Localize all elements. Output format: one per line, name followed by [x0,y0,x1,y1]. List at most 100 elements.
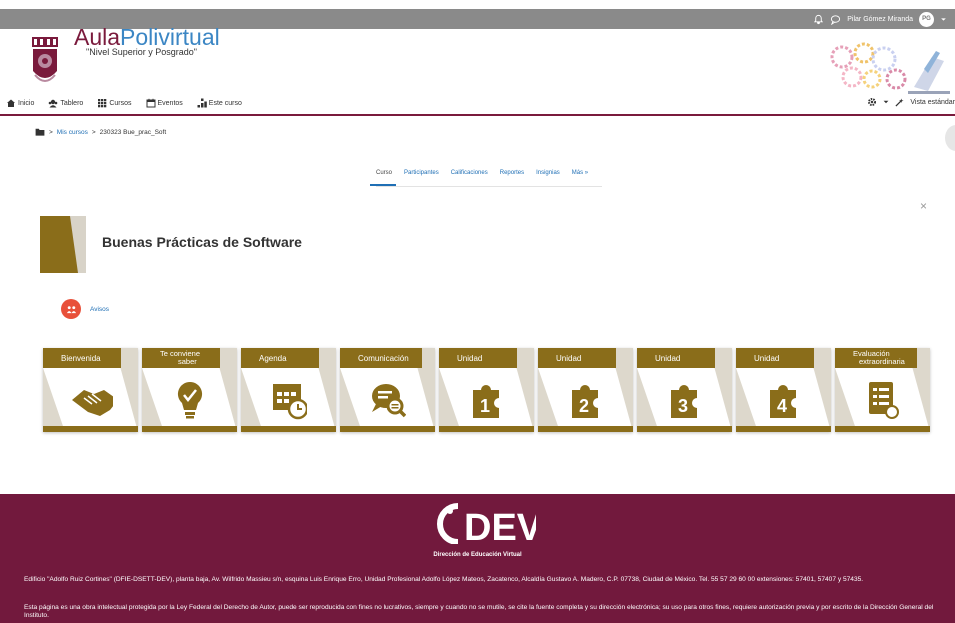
checklist-icon [869,382,899,419]
tile-te-conviene-saber[interactable]: Te conviene saber [142,348,237,432]
tile-unidad-4[interactable]: Unidad 4 [736,348,831,432]
tile-base [142,426,237,432]
puzzle-3-icon: 3 [671,385,697,418]
tile-label: Unidad [637,348,715,368]
tile-base [637,426,732,432]
view-mode-label[interactable]: Vista estándar [910,99,955,106]
tab-reportes[interactable]: Reportes [500,170,524,176]
tile-label: Bienvenida [43,348,121,368]
calendar-clock-icon [273,384,307,420]
tab-mas[interactable]: Más » [572,170,588,176]
nav-tablero[interactable]: Tablero [48,98,83,108]
chevron-down-icon[interactable] [883,99,889,105]
wand-icon[interactable] [895,97,904,107]
nav-este-curso[interactable]: Este curso [197,98,242,108]
tile-label: Evaluación extraordinaria [835,348,917,368]
tile-label-line2: extraordinaria [859,357,905,366]
unit-number: 3 [678,396,688,416]
dashboard-icon [49,99,58,108]
course-title: Buenas Prácticas de Software [102,234,302,250]
tile-label: Unidad [538,348,616,368]
tab-calificaciones[interactable]: Calificaciones [451,170,488,176]
nav-cursos-label: Cursos [109,99,132,107]
unit-number: 2 [579,396,589,416]
tile-base [538,426,633,432]
chat-icon[interactable] [830,14,841,25]
chevron-down-icon[interactable] [940,16,947,23]
breadcrumb: > Mis cursos > 230323 Bue_prac_Soft [35,128,166,136]
footer-address: Edificio "Adolfo Ruiz Cortines" (DFIE-DS… [24,576,864,583]
unit-number: 4 [777,396,787,416]
tile-base [736,426,831,432]
tile-base [43,426,138,432]
forum-icon [61,299,81,319]
bell-icon[interactable] [813,14,824,25]
site-footer: DEV Dirección de Educación Virtual Edifi… [0,494,955,623]
breadcrumb-separator: > [91,128,96,136]
tile-label: Unidad [736,348,814,368]
lightbulb-icon [177,381,203,419]
navbar-divider [0,114,955,116]
breadcrumb-current: 230323 Bue_prac_Soft [99,128,167,136]
dev-logo-subtitle: Dirección de Educación Virtual [433,552,522,558]
tile-base [835,426,930,432]
drawer-toggle-button[interactable] [945,125,955,151]
sitemap-icon [197,98,207,108]
avisos-label: Avisos [90,305,110,313]
course-banner-image [40,216,86,273]
course-secondary-nav: Curso Participantes Calificaciones Repor… [369,170,588,186]
tab-participantes[interactable]: Participantes [404,170,439,176]
handshake-icon [72,390,113,416]
tile-label-line2: saber [178,357,197,366]
tile-bienvenida[interactable]: Bienvenida [43,348,138,432]
dev-logo[interactable]: DEV [436,502,536,544]
tile-label: Comunicación [340,348,422,368]
tile-label: Agenda [241,348,319,368]
tile-unidad-3[interactable]: Unidad 3 [637,348,732,432]
site-header: AulaPolivirtual "Nivel Superior y Posgra… [0,24,955,94]
gears-laptop-illustration [830,42,950,94]
nav-cursos[interactable]: Cursos [97,98,132,108]
tile-base [439,426,534,432]
tile-agenda[interactable]: Agenda [241,348,336,432]
close-button[interactable]: × [920,199,927,213]
tile-unidad-1[interactable]: Unidad 1 [439,348,534,432]
nav-inicio-label: Inicio [18,99,35,107]
grid-icon [98,99,107,108]
nav-inicio[interactable]: Inicio [6,98,34,108]
puzzle-4-icon: 4 [770,385,796,418]
user-name[interactable]: Pilar Gómez Miranda [847,16,913,23]
chat-search-icon [372,384,406,418]
home-icon [7,99,15,107]
avisos-forum[interactable]: Avisos [61,299,109,319]
nav-eventos[interactable]: Eventos [146,98,183,108]
breadcrumb-mis-cursos[interactable]: Mis cursos [57,129,88,136]
tab-curso[interactable]: Curso [369,170,397,186]
main-navbar: Inicio Tablero Cursos Eventos Este curso… [0,96,955,114]
ipn-seal-logo[interactable] [28,35,62,87]
tile-unidad-2[interactable]: Unidad 2 [538,348,633,432]
tile-base [340,426,435,432]
puzzle-1-icon: 1 [473,385,499,418]
breadcrumb-separator: > [49,128,53,136]
user-menu[interactable]: Pilar Gómez Miranda PG [813,11,947,27]
folder-icon[interactable] [35,128,45,136]
tile-evaluacion-extraordinaria[interactable]: Evaluación extraordinaria [835,348,930,432]
secondary-nav-divider [376,186,602,187]
nav-eventos-label: Eventos [157,99,183,107]
dev-logo-text: DEV [464,507,536,544]
calendar-icon [146,98,155,108]
site-subtitle: "Nivel Superior y Posgrado" [86,47,197,57]
tile-label: Te conviene saber [142,348,220,368]
gear-icon[interactable] [867,97,877,107]
nav-tablero-label: Tablero [60,99,84,107]
tile-base [241,426,336,432]
footer-legal: Esta página es una obra intelectual prot… [24,604,934,619]
nav-este-curso-label: Este curso [208,99,242,107]
tile-comunicacion[interactable]: Comunicación [340,348,435,432]
puzzle-2-icon: 2 [572,385,598,418]
unit-number: 1 [480,396,490,416]
tab-insignias[interactable]: Insignias [536,170,560,176]
avatar[interactable]: PG [919,11,934,27]
tile-label: Unidad [439,348,517,368]
